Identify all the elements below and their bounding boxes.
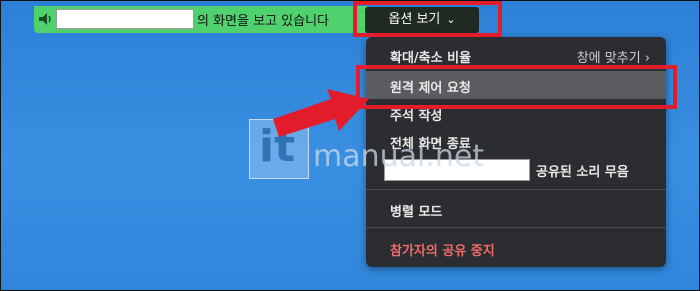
share-status-text: 의 화면을 보고 있습니다 — [197, 14, 329, 29]
highlight-box-remote-control — [356, 65, 677, 109]
menu-item-label: 참가자의 공유 중지 — [390, 244, 495, 259]
menu-divider — [366, 189, 666, 190]
menu-divider — [366, 227, 666, 228]
redacted-presenter-name — [56, 9, 194, 29]
menu-item-label: 공유된 소리 무음 — [536, 165, 629, 180]
menu-item-label: 병렬 모드 — [390, 205, 443, 220]
menu-item-stop-participant-share[interactable]: 참가자의 공유 중지 — [366, 234, 666, 262]
screen-share-bar: 의 화면을 보고 있습니다 — [34, 6, 367, 33]
menu-item-label: 확대/축소 비율 — [390, 51, 472, 66]
zoom-ratio-value: 창에 맞추기 › — [576, 51, 650, 66]
menu-item-side-by-side[interactable]: 병렬 모드 — [366, 195, 666, 223]
desktop-screen: 의 화면을 보고 있습니다 옵션 보기 ⌄ 확대/축소 비율 창에 맞추기 › 원… — [0, 0, 700, 291]
highlight-box-options — [353, 1, 502, 37]
watermark-text: manual.net — [313, 139, 485, 174]
red-arrow-icon — [273, 89, 369, 137]
speaker-icon[interactable] — [38, 12, 54, 26]
chevron-right-icon: › — [644, 51, 650, 66]
